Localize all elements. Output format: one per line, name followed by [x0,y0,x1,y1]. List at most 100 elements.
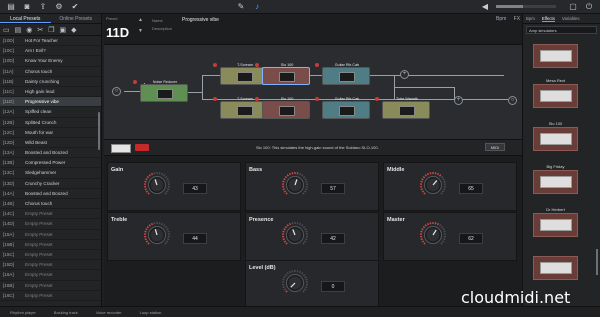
loop-station-button[interactable]: Loop station [140,310,162,315]
check-icon[interactable]: ✔ [70,2,80,12]
preset-item[interactable]: [12C] Mouth for war [0,128,101,138]
fx-block-tube-warmth[interactable]: Tube Warmth [375,97,430,119]
preset-item[interactable]: [15A] Empty Preset [0,230,101,240]
copy-icon[interactable]: ❐ [48,26,54,34]
knob-dial[interactable] [418,220,448,250]
bypass-led[interactable] [375,97,379,101]
preset-item[interactable]: [10D] Hot For Teacher [0,36,101,47]
cut-icon[interactable]: ✂ [37,26,43,34]
knob-dial[interactable] [418,170,448,200]
preset-item[interactable]: [13B] Compressed Power [0,158,101,169]
bypass-led[interactable] [315,63,319,67]
fx-block-t-scream[interactable]: T-Scream [213,63,268,85]
knob-dial[interactable] [280,170,310,200]
fx-button[interactable]: FX [514,16,520,22]
preset-item[interactable]: [13C] Sledgehammer [0,168,101,179]
amp-item[interactable] [533,250,578,280]
fx-block-guitar-rfx-cab[interactable]: Guitar Rfx Cab [315,97,370,119]
knob-value-field[interactable]: 0 [321,281,345,292]
backing-track-button[interactable]: Backing track [54,310,78,315]
scrollbar[interactable] [596,249,598,275]
preset-item[interactable]: [16A] Empty Preset [0,270,101,281]
preset-item[interactable]: [11C] High gain lead [0,87,101,98]
fx-block-t-scream[interactable]: T-Scream [213,97,268,119]
knob-value-field[interactable]: 65 [459,183,483,194]
fx-block-guitar-rfx-cab[interactable]: Guitar Rfx Cab [315,63,370,85]
scrollbar[interactable] [98,112,100,150]
amp-item[interactable] [533,38,578,68]
bypass-led[interactable] [213,63,217,67]
fx-block-slo-100[interactable]: Slo 100 [255,97,310,119]
wrench-icon[interactable]: ✎ [236,2,246,12]
bpm-tab[interactable]: Bpm [526,16,535,21]
mute-icon[interactable]: ◀ [480,2,490,12]
voice-recorder-button[interactable]: Voice recorder [96,310,122,315]
bypass-led[interactable] [255,97,259,101]
block-on-switch[interactable] [135,144,149,151]
folder-icon[interactable]: ▤ [6,2,16,12]
amp-item[interactable]: Slo 100 [533,121,578,151]
folder-icon[interactable]: ▤ [15,26,22,34]
volume-slider[interactable] [496,5,556,8]
knob-dial[interactable] [142,220,172,250]
bypass-led[interactable] [255,63,259,67]
preset-item[interactable]: [16B] Empty Preset [0,281,101,291]
preset-item[interactable]: [14B] Chorus touch [0,199,101,210]
preset-item[interactable]: [10C] Am I Evil? [0,46,101,57]
bypass-led[interactable] [315,97,319,101]
category-select[interactable]: Amp simulators [526,26,597,34]
knob-value-field[interactable]: 44 [183,233,207,244]
preset-item[interactable]: [15D] Empty Preset [0,260,101,271]
knob-value-field[interactable]: 57 [321,183,345,194]
preset-item[interactable]: [11A] Chorus touch [0,67,101,77]
preset-name[interactable]: Progressive vibe [182,17,219,23]
amp-item[interactable]: Big Friday [533,164,578,194]
midi-button[interactable]: MIDI [485,143,505,151]
preset-item[interactable]: [14C] Empty Preset [0,209,101,220]
fx-block-slo-100[interactable]: Slo 100 [255,63,310,85]
new-icon[interactable]: ▭ [3,26,10,34]
save-icon[interactable]: ◙ [22,2,32,12]
knob-dial[interactable] [280,268,310,298]
tab-online-presets[interactable]: Online Presets [51,14,102,23]
preset-item[interactable]: [13D] Crunchy Cracker [0,179,101,189]
knob-value-field[interactable]: 62 [459,233,483,244]
fx-block-noise-reducer[interactable]: Noise Reducer [133,80,188,102]
tuner-icon[interactable]: ♪ [252,2,262,12]
chevron-up-icon[interactable]: ▲ [138,17,143,23]
amp-item[interactable]: Mesa Rect [533,78,578,108]
bypass-led[interactable] [133,80,137,84]
amp-item[interactable]: Dr Herbert [533,207,578,237]
paste-icon[interactable]: ▣ [60,26,67,34]
knob-dial[interactable] [142,170,172,200]
preset-item[interactable]: [13A] Boosted and Boozed [0,148,101,159]
preset-item[interactable]: [12D] Wild Beast [0,138,101,149]
power-icon[interactable]: ⏻ [584,2,594,12]
lock-icon[interactable]: ◉ [26,26,32,34]
bpm-button[interactable]: Bpm [496,16,506,22]
tag-icon[interactable]: ◆ [71,26,76,34]
settings-icon[interactable]: ⚙ [54,2,64,12]
preset-item[interactable]: [14A] Boosted and Boozed [0,189,101,199]
preset-item[interactable]: [15C] Empty Preset [0,250,101,261]
knob-dial[interactable] [280,220,310,250]
preset-item[interactable]: [11D] Progressive vibe [0,97,101,108]
tab-effects[interactable]: Effects [541,16,555,22]
monitor-icon[interactable]: ▢ [568,2,578,12]
knob-value-field[interactable]: 43 [183,183,207,194]
add-block-button[interactable]: + [400,70,409,79]
export-icon[interactable]: ⇪ [38,2,48,12]
rhythm-player-button[interactable]: Rhythm player [10,310,36,315]
chevron-down-icon[interactable]: ▼ [138,28,143,34]
tab-variables[interactable]: Variables [562,16,580,21]
add-block-button[interactable]: + [454,96,463,105]
preset-item[interactable]: [15B] Empty Preset [0,240,101,250]
preset-item[interactable]: [14D] Empty Preset [0,219,101,230]
preset-item[interactable]: [16C] Empty Preset [0,291,101,301]
preset-item[interactable]: [10D] Know Your Enemy [0,56,101,67]
preset-item[interactable]: [11B] Dainty crunching [0,77,101,87]
preset-item[interactable]: [12A] Spiffed clean [0,107,101,118]
bypass-led[interactable] [213,97,217,101]
knob-value-field[interactable]: 42 [321,233,345,244]
preset-item[interactable]: [12B] Splitted Crunch [0,118,101,128]
